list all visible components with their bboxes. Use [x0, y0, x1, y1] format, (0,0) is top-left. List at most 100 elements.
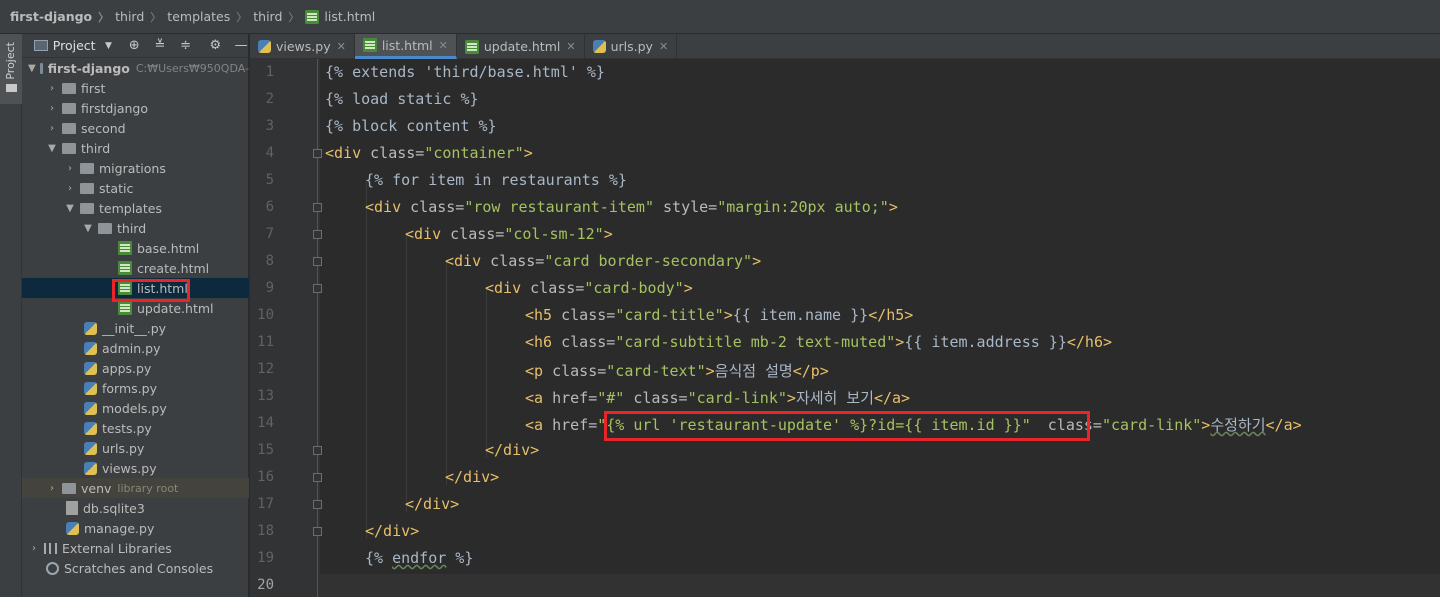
fold-marker-icon[interactable]	[313, 500, 322, 509]
tree-item-manage-py[interactable]: manage.py	[22, 518, 249, 538]
html-tag: >	[705, 362, 715, 380]
html-tag: </h6>	[1066, 333, 1113, 351]
chevron-down-icon[interactable]: ▼	[82, 223, 94, 234]
chevron-right-icon[interactable]: ›	[64, 183, 76, 194]
python-file-icon	[84, 361, 97, 375]
tree-item-label: db.sqlite3	[83, 500, 145, 516]
line-number: 5	[265, 172, 274, 188]
tree-item-static[interactable]: › static	[22, 178, 249, 198]
tree-item-models-py[interactable]: models.py	[22, 398, 249, 418]
tree-item-templates-third[interactable]: ▼ third	[22, 218, 249, 238]
tree-item-create-html[interactable]: create.html	[22, 258, 249, 278]
tree-item-firstdjango[interactable]: › firstdjango	[22, 98, 249, 118]
fold-marker-icon[interactable]	[313, 149, 322, 158]
tree-item-migrations[interactable]: › migrations	[22, 158, 249, 178]
chevron-down-icon[interactable]: ▼	[46, 143, 58, 154]
close-icon[interactable]: ✕	[659, 40, 668, 53]
close-icon[interactable]: ✕	[337, 40, 346, 53]
chevron-right-icon[interactable]: ›	[46, 483, 58, 494]
chevron-right-icon[interactable]: ›	[28, 543, 40, 554]
line-number: 4	[265, 145, 274, 161]
code-editor[interactable]: 1 2 3 4 5 6 7 8 9 10 11 12 13 14 15 16 1…	[250, 59, 1440, 597]
tree-item-third[interactable]: ▼ third	[22, 138, 249, 158]
tree-item-label: first-django	[47, 60, 130, 76]
tree-item-label: models.py	[102, 400, 167, 416]
chevron-right-icon[interactable]: ›	[46, 103, 58, 114]
expand-all-icon[interactable]: ≚	[153, 38, 167, 53]
html-attr-value: "card border-secondary"	[544, 252, 753, 270]
fold-marker-icon[interactable]	[313, 230, 322, 239]
fold-marker-icon[interactable]	[313, 473, 322, 482]
html-file-icon	[118, 301, 132, 315]
tree-item-hint: library root	[117, 481, 179, 495]
tab-update-html[interactable]: update.html ✕	[457, 34, 585, 59]
tree-item-second[interactable]: › second	[22, 118, 249, 138]
html-attr-value: "#"	[597, 389, 625, 407]
html-attr: style=	[654, 198, 718, 216]
tree-item-forms-py[interactable]: forms.py	[22, 378, 249, 398]
breadcrumb-templates[interactable]: templates 〉	[167, 9, 253, 25]
tree-item-tests-py[interactable]: tests.py	[22, 418, 249, 438]
minimize-icon[interactable]: —	[234, 38, 248, 53]
locate-file-icon[interactable]: ⊕	[127, 38, 141, 53]
project-view-selector[interactable]: Project	[53, 38, 96, 53]
folder-icon	[62, 122, 76, 134]
tab-views-py[interactable]: views.py ✕	[250, 34, 355, 59]
code-line-2: {% load static %}	[325, 90, 479, 108]
code-line-15: </div>	[485, 441, 539, 459]
fold-marker-icon[interactable]	[313, 527, 322, 536]
line-number: 16	[257, 469, 274, 485]
html-tag: >	[786, 389, 796, 407]
tree-item-venv[interactable]: › venv library root	[22, 478, 249, 498]
html-attr-value: "card-text"	[606, 362, 706, 380]
breadcrumb-file[interactable]: list.html	[305, 9, 375, 24]
tree-item-apps-py[interactable]: apps.py	[22, 358, 249, 378]
html-attr: class=	[552, 306, 616, 324]
breadcrumb-third-sub[interactable]: third 〉	[253, 9, 305, 25]
tree-item-admin-py[interactable]: admin.py	[22, 338, 249, 358]
dropdown-arrow-icon[interactable]: ▼	[102, 41, 116, 51]
tree-item-templates[interactable]: ▼ templates	[22, 198, 249, 218]
indent-guide	[406, 233, 407, 512]
tree-item-base-html[interactable]: base.html	[22, 238, 249, 258]
tree-item-scratches[interactable]: Scratches and Consoles	[22, 558, 249, 578]
html-tag: </a>	[1265, 416, 1302, 434]
tab-urls-py[interactable]: urls.py ✕	[585, 34, 678, 59]
tree-item-views-py[interactable]: views.py	[22, 458, 249, 478]
editor-tab-bar: views.py ✕ list.html ✕ update.html ✕ urls.p…	[250, 34, 1440, 59]
chevron-down-icon[interactable]: ▼	[64, 203, 76, 214]
tree-item-label: create.html	[137, 260, 210, 276]
line-number: 1	[265, 64, 274, 80]
tree-item-init-py[interactable]: __init__.py	[22, 318, 249, 338]
tree-item-external-libraries[interactable]: › External Libraries	[22, 538, 249, 558]
breadcrumb-label: first-django	[10, 9, 93, 24]
tree-item-label: second	[81, 120, 126, 136]
fold-marker-icon[interactable]	[313, 257, 322, 266]
chevron-right-icon[interactable]: ›	[64, 163, 76, 174]
chevron-right-icon[interactable]: ›	[46, 123, 58, 134]
breadcrumb-project[interactable]: first-django 〉	[10, 9, 115, 25]
chevron-right-icon[interactable]: ›	[46, 83, 58, 94]
template-tag: %}	[446, 549, 474, 567]
tab-list-html[interactable]: list.html ✕	[354, 34, 457, 59]
code-line-9: <div class="card-body">	[485, 279, 693, 297]
chevron-down-icon[interactable]: ▼	[28, 63, 36, 74]
tree-item-label: venv	[81, 480, 112, 496]
fold-marker-icon[interactable]	[313, 284, 322, 293]
breadcrumb-third[interactable]: third 〉	[115, 9, 167, 25]
gear-icon[interactable]: ⚙	[209, 38, 223, 53]
project-tool-tab[interactable]: Project	[0, 34, 22, 104]
html-attr-value: "margin:20px auto;"	[717, 198, 889, 216]
tree-item-first-django[interactable]: ▼ first-django C:₩Users₩950QDA-	[22, 58, 249, 78]
tree-item-label: manage.py	[84, 520, 155, 536]
fold-marker-icon[interactable]	[313, 446, 322, 455]
collapse-all-icon[interactable]: ≑	[179, 38, 193, 53]
tree-item-urls-py[interactable]: urls.py	[22, 438, 249, 458]
tree-item-db-sqlite3[interactable]: db.sqlite3	[22, 498, 249, 518]
close-icon[interactable]: ✕	[439, 39, 448, 52]
close-icon[interactable]: ✕	[566, 40, 575, 53]
line-number: 3	[265, 118, 274, 134]
fold-marker-icon[interactable]	[313, 203, 322, 212]
html-tag: <a	[525, 416, 544, 434]
tree-item-first[interactable]: › first	[22, 78, 249, 98]
